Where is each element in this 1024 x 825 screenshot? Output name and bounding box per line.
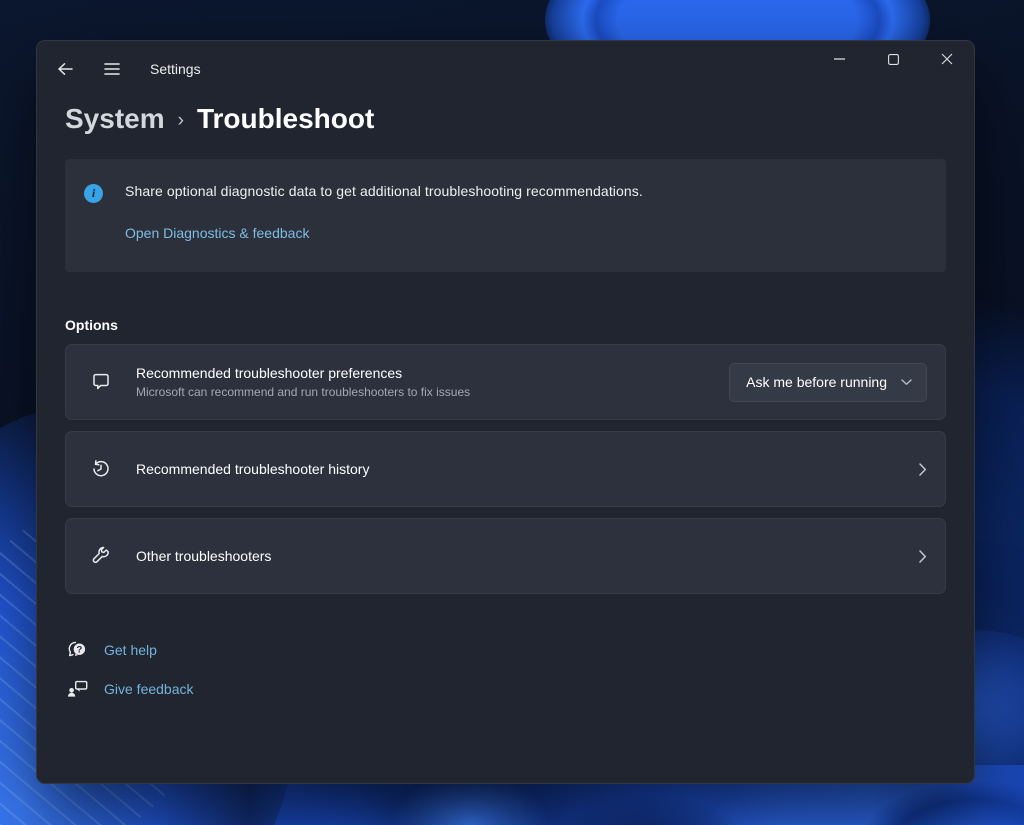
titlebar: Settings <box>37 41 974 97</box>
back-button[interactable] <box>47 51 83 87</box>
banner-message: Share optional diagnostic data to get ad… <box>125 183 643 199</box>
maximize-button[interactable] <box>866 41 920 77</box>
get-help-icon: ? <box>67 640 89 660</box>
close-icon <box>941 53 953 65</box>
hamburger-icon <box>104 62 120 76</box>
wrench-icon <box>91 546 111 566</box>
minimize-button[interactable] <box>812 41 866 77</box>
chevron-right-icon <box>919 463 927 476</box>
give-feedback-icon <box>67 679 89 699</box>
get-help-link[interactable]: ? Get help <box>67 638 157 662</box>
page-title: Troubleshoot <box>197 103 374 135</box>
card-other-troubleshooters[interactable]: Other troubleshooters <box>65 518 946 594</box>
card-title: Recommended troubleshooter preferences <box>136 365 729 381</box>
diagnostic-info-banner: i Share optional diagnostic data to get … <box>65 159 946 272</box>
window-controls <box>812 41 974 77</box>
close-button[interactable] <box>920 41 974 77</box>
settings-window: Settings <box>36 40 975 784</box>
give-feedback-link[interactable]: Give feedback <box>67 677 194 701</box>
breadcrumb: System › Troubleshoot <box>65 99 946 139</box>
desktop: Settings <box>0 0 1024 825</box>
dropdown-value: Ask me before running <box>746 374 887 390</box>
chevron-right-icon <box>919 550 927 563</box>
open-diagnostics-feedback-link[interactable]: Open Diagnostics & feedback <box>125 225 309 241</box>
navigation-menu-button[interactable] <box>94 51 130 87</box>
page-content: System › Troubleshoot i Share optional d… <box>37 99 974 701</box>
breadcrumb-separator-icon: › <box>178 110 184 132</box>
chevron-down-icon <box>901 379 912 386</box>
options-heading: Options <box>65 317 946 333</box>
info-icon: i <box>84 184 103 203</box>
give-feedback-label: Give feedback <box>104 681 194 697</box>
troubleshooter-preference-dropdown[interactable]: Ask me before running <box>729 363 927 402</box>
card-title: Other troubleshooters <box>136 548 919 564</box>
card-troubleshooter-preferences: Recommended troubleshooter preferences M… <box>65 344 946 420</box>
get-help-label: Get help <box>104 642 157 658</box>
back-icon <box>57 61 74 77</box>
card-troubleshooter-history[interactable]: Recommended troubleshooter history <box>65 431 946 507</box>
breadcrumb-system[interactable]: System <box>65 103 165 135</box>
app-title: Settings <box>150 61 201 77</box>
minimize-icon <box>834 58 845 60</box>
maximize-icon <box>888 54 899 65</box>
card-description: Microsoft can recommend and run troubles… <box>136 385 729 399</box>
svg-text:?: ? <box>76 644 82 655</box>
footer-links: ? Get help <box>65 638 946 701</box>
card-title: Recommended troubleshooter history <box>136 461 919 477</box>
history-icon <box>91 459 111 479</box>
chat-bubble-icon <box>91 372 111 392</box>
